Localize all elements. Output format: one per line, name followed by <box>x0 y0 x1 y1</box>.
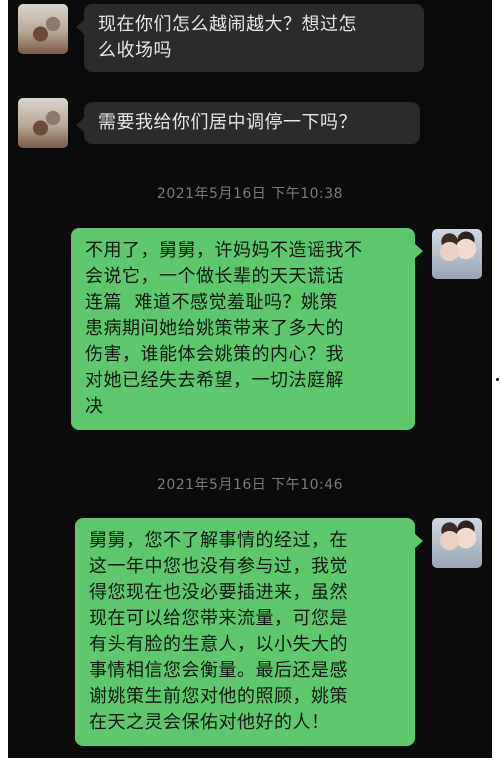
chat-screen: 现在你们怎么越闹越大？想过怎 么收场吗 需要我给你们居中调停一下吗？ 2021年… <box>8 0 492 758</box>
uncle-avatar[interactable] <box>18 4 68 54</box>
stray-dot <box>496 378 499 381</box>
my-avatar[interactable] <box>432 518 482 568</box>
uncle-avatar[interactable] <box>18 98 68 148</box>
my-avatar[interactable] <box>432 229 482 279</box>
outgoing-message-bubble[interactable]: 舅舅，您不了解事情的经过，在 这一年中您也没有参与过，我觉 得您现在也没必要插进… <box>75 518 423 746</box>
outgoing-message-bubble[interactable]: 不用了，舅舅，许妈妈不造谣我不 会说它，一个做长辈的天天谎话 连篇 难道不感觉羞… <box>71 228 423 430</box>
message-timestamp: 2021年5月16日 下午10:46 <box>156 477 344 493</box>
incoming-message-bubble[interactable]: 需要我给你们居中调停一下吗？ <box>76 102 420 144</box>
message-timestamp: 2021年5月16日 下午10:38 <box>156 186 344 202</box>
incoming-message-bubble[interactable]: 现在你们怎么越闹越大？想过怎 么收场吗 <box>76 4 424 72</box>
